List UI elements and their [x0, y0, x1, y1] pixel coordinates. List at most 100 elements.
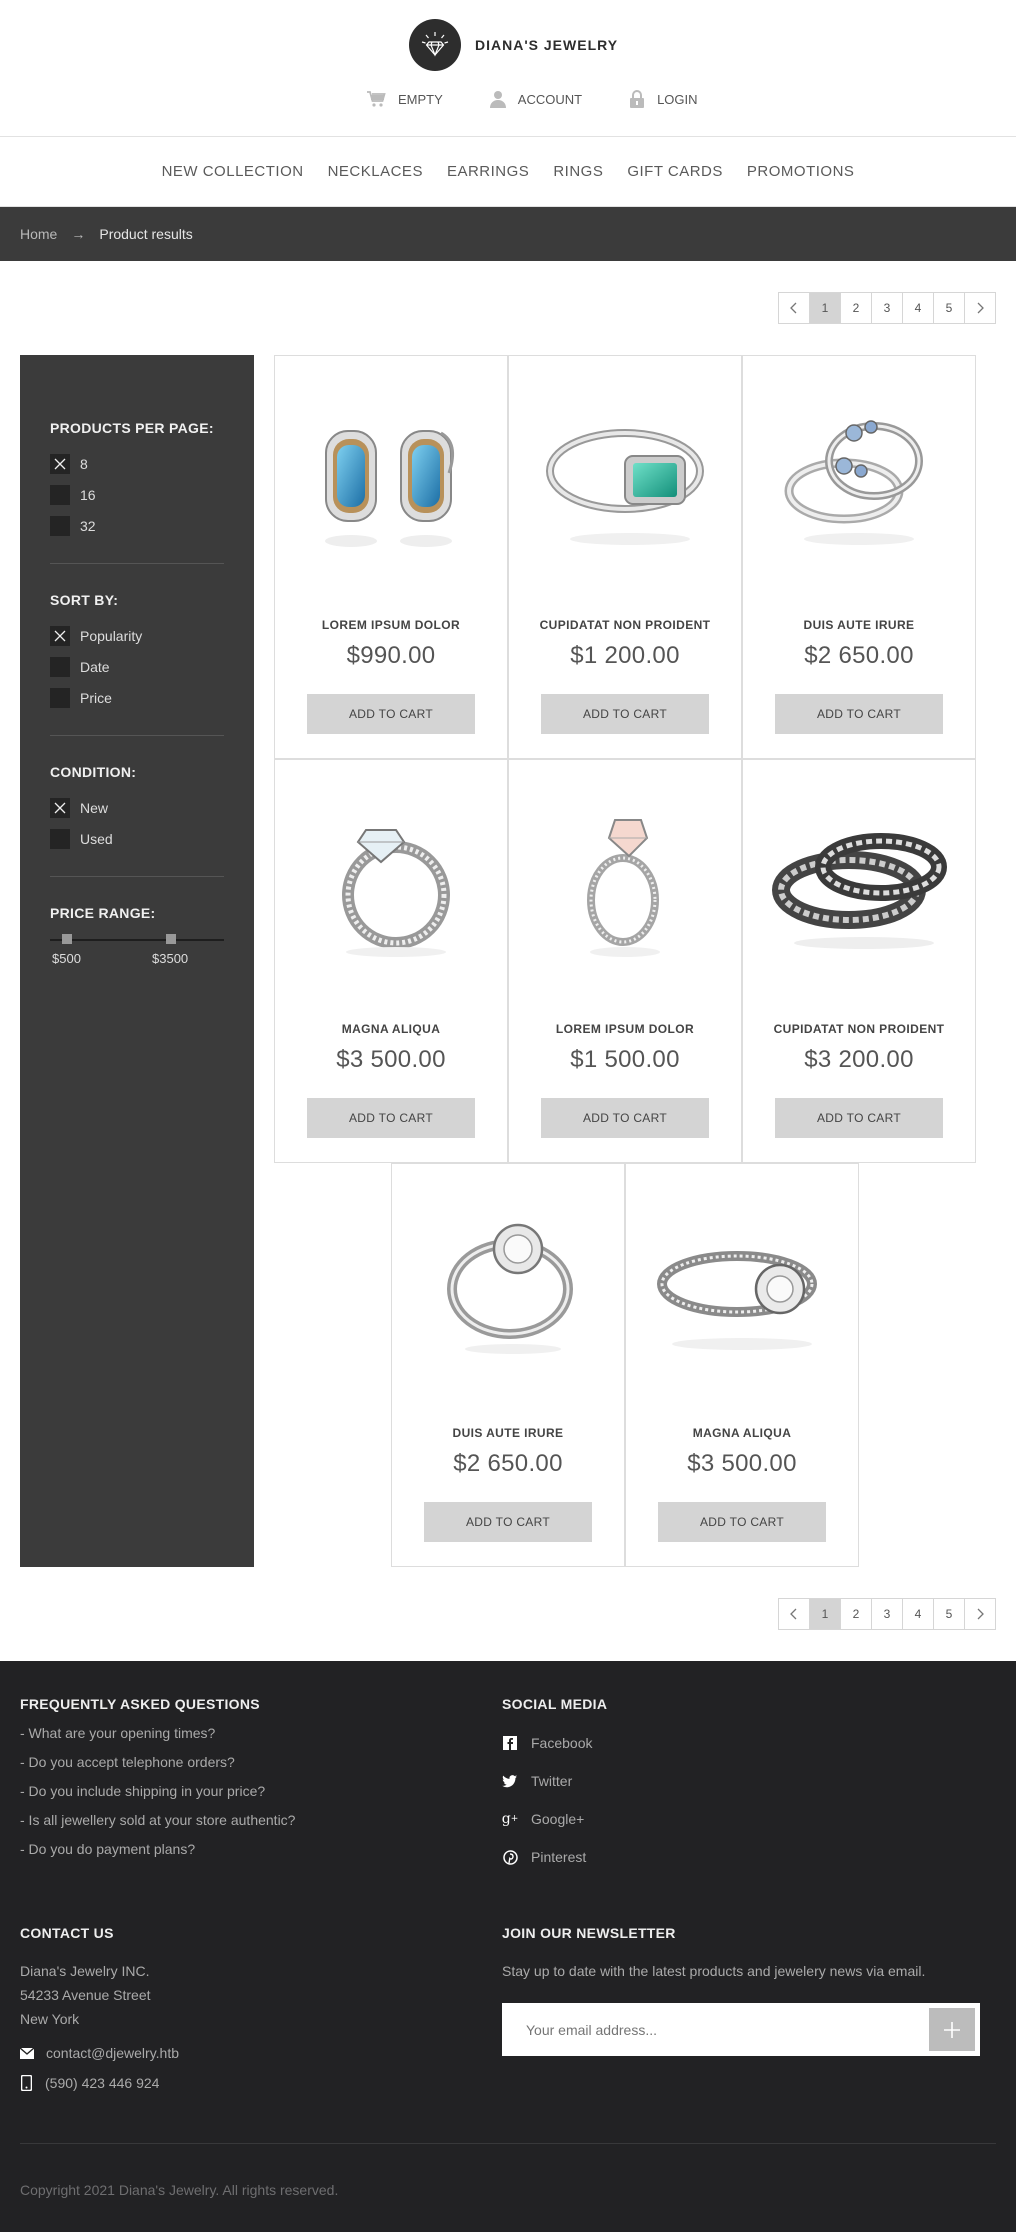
- x-check-icon: [54, 630, 66, 641]
- nav-rings[interactable]: RINGS: [553, 163, 603, 180]
- earrings-image[interactable]: [275, 356, 507, 596]
- nav-promotions[interactable]: PROMOTIONS: [747, 163, 855, 180]
- solitaire-ring-image[interactable]: [626, 1164, 858, 1404]
- nav-necklaces[interactable]: NECKLACES: [328, 163, 423, 180]
- add-to-cart-button[interactable]: ADD TO CART: [307, 694, 475, 734]
- faq-item[interactable]: - Do you include shipping in your price?: [20, 1783, 295, 1799]
- product-card[interactable]: MAGNA ALIQUA $3 500.00 ADD TO CART: [625, 1163, 859, 1567]
- page: DIANA'S JEWELRY EMPTY ACCOUNT LOGIN NEW …: [0, 0, 1016, 2232]
- checkbox-checked[interactable]: [50, 453, 70, 474]
- cart-label: EMPTY: [398, 91, 443, 107]
- per-page-option-32[interactable]: 32: [50, 510, 224, 541]
- pagination-page-5[interactable]: 5: [933, 1598, 965, 1630]
- pagination-page-2[interactable]: 2: [840, 1598, 872, 1630]
- google-plus-label: Google+: [531, 1811, 585, 1827]
- contact-phone[interactable]: (590) 423 446 924: [20, 2075, 179, 2091]
- per-page-option-16[interactable]: 16: [50, 479, 224, 510]
- price-min-handle[interactable]: [62, 934, 72, 944]
- social-facebook-link[interactable]: Facebook: [502, 1724, 607, 1762]
- checkbox-checked[interactable]: [50, 797, 70, 818]
- social-pinterest-link[interactable]: Pinterest: [502, 1838, 607, 1876]
- faq-item[interactable]: - Do you do payment plans?: [20, 1841, 295, 1857]
- add-to-cart-button[interactable]: ADD TO CART: [775, 1098, 943, 1138]
- chevron-right-icon: [977, 1608, 984, 1620]
- social-google-plus-link[interactable]: g + Google+: [502, 1800, 607, 1838]
- sort-option-date[interactable]: Date: [50, 651, 224, 682]
- envelope-icon: [20, 2047, 34, 2059]
- pagination-page-2[interactable]: 2: [840, 292, 872, 324]
- checkbox[interactable]: [50, 687, 70, 708]
- sort-option-price[interactable]: Price: [50, 682, 224, 713]
- social-twitter-link[interactable]: Twitter: [502, 1762, 607, 1800]
- login-link[interactable]: LOGIN: [629, 90, 698, 108]
- product-card[interactable]: CUPIDATAT NON PROIDENT $3 200.00 ADD TO …: [742, 759, 976, 1163]
- add-to-cart-button[interactable]: ADD TO CART: [658, 1502, 826, 1542]
- contact-email[interactable]: contact@djewelry.htb: [20, 2045, 179, 2061]
- add-to-cart-button[interactable]: ADD TO CART: [541, 694, 709, 734]
- pagination-prev-button[interactable]: [778, 1598, 810, 1630]
- product-price: $2 650.00: [453, 1450, 563, 1477]
- add-to-cart-button[interactable]: ADD TO CART: [307, 1098, 475, 1138]
- newsletter-email-input[interactable]: [526, 2021, 906, 2038]
- breadcrumb-home[interactable]: Home: [20, 226, 57, 242]
- faq-item[interactable]: - Do you accept telephone orders?: [20, 1754, 295, 1770]
- nav-earrings[interactable]: EARRINGS: [447, 163, 529, 180]
- pagination-page-4[interactable]: 4: [902, 1598, 934, 1630]
- product-name[interactable]: DUIS AUTE IRURE: [743, 618, 975, 632]
- nav-new-collection[interactable]: NEW COLLECTION: [162, 163, 304, 180]
- product-card[interactable]: DUIS AUTE IRURE $2 650.00 ADD TO CART: [391, 1163, 625, 1567]
- pagination-page-5[interactable]: 5: [933, 292, 965, 324]
- pagination-next-button[interactable]: [964, 292, 996, 324]
- pagination-page-3[interactable]: 3: [871, 1598, 903, 1630]
- checkbox[interactable]: [50, 656, 70, 677]
- product-card[interactable]: CUPIDATAT NON PROIDENT $1 200.00 ADD TO …: [508, 355, 742, 759]
- halo-ring-image[interactable]: [392, 1164, 624, 1404]
- add-to-cart-button[interactable]: ADD TO CART: [424, 1502, 592, 1542]
- pinterest-label: Pinterest: [531, 1849, 587, 1865]
- sort-option-popularity[interactable]: Popularity: [50, 620, 224, 651]
- nav-gift-cards[interactable]: GIFT CARDS: [627, 163, 723, 180]
- product-card[interactable]: LOREM IPSUM DOLOR $1 500.00 ADD TO CART: [508, 759, 742, 1163]
- add-to-cart-button[interactable]: ADD TO CART: [775, 694, 943, 734]
- pagination-prev-button[interactable]: [778, 292, 810, 324]
- newsletter-section: JOIN OUR NEWSLETTER Stay up to date with…: [502, 1925, 980, 2056]
- faq-item[interactable]: - Is all jewellery sold at your store au…: [20, 1812, 295, 1828]
- product-name[interactable]: MAGNA ALIQUA: [275, 1022, 507, 1036]
- emerald-ring-image[interactable]: [509, 356, 741, 596]
- checkbox[interactable]: [50, 515, 70, 536]
- product-name[interactable]: DUIS AUTE IRURE: [392, 1426, 624, 1440]
- pagination-next-button[interactable]: [964, 1598, 996, 1630]
- pagination-page-1[interactable]: 1: [809, 1598, 841, 1630]
- diamond-ring-image[interactable]: [275, 760, 507, 1000]
- condition-option-used[interactable]: Used: [50, 823, 224, 854]
- logo[interactable]: DIANA'S JEWELRY: [409, 19, 618, 71]
- product-name[interactable]: LOREM IPSUM DOLOR: [509, 1022, 741, 1036]
- faq-item[interactable]: - What are your opening times?: [20, 1725, 295, 1741]
- product-card[interactable]: LOREM IPSUM DOLOR $990.00 ADD TO CART: [274, 355, 508, 759]
- product-name[interactable]: CUPIDATAT NON PROIDENT: [509, 618, 741, 632]
- pagination-page-1[interactable]: 1: [809, 292, 841, 324]
- sapphire-rings-image[interactable]: [743, 356, 975, 596]
- product-card[interactable]: MAGNA ALIQUA $3 500.00 ADD TO CART: [274, 759, 508, 1163]
- product-card[interactable]: DUIS AUTE IRURE $2 650.00 ADD TO CART: [742, 355, 976, 759]
- condition-option-new[interactable]: New: [50, 792, 224, 823]
- breadcrumb-arrow-icon: →: [71, 226, 86, 242]
- cart-link[interactable]: EMPTY: [366, 90, 443, 108]
- band-rings-image[interactable]: [743, 760, 975, 1000]
- account-link[interactable]: ACCOUNT: [489, 90, 582, 108]
- price-range-slider[interactable]: [50, 934, 224, 944]
- newsletter-submit-button[interactable]: [929, 2008, 975, 2051]
- checkbox[interactable]: [50, 484, 70, 505]
- checkbox-checked[interactable]: [50, 625, 70, 646]
- price-max-handle[interactable]: [166, 934, 176, 944]
- checkbox[interactable]: [50, 828, 70, 849]
- pagination-page-4[interactable]: 4: [902, 292, 934, 324]
- pagination-page-3[interactable]: 3: [871, 292, 903, 324]
- google-plus-icon: g +: [501, 1811, 519, 1827]
- pink-diamond-ring-image[interactable]: [509, 760, 741, 1000]
- product-name[interactable]: LOREM IPSUM DOLOR: [275, 618, 507, 632]
- add-to-cart-button[interactable]: ADD TO CART: [541, 1098, 709, 1138]
- product-name[interactable]: MAGNA ALIQUA: [626, 1426, 858, 1440]
- per-page-option-8[interactable]: 8: [50, 448, 224, 479]
- product-name[interactable]: CUPIDATAT NON PROIDENT: [743, 1022, 975, 1036]
